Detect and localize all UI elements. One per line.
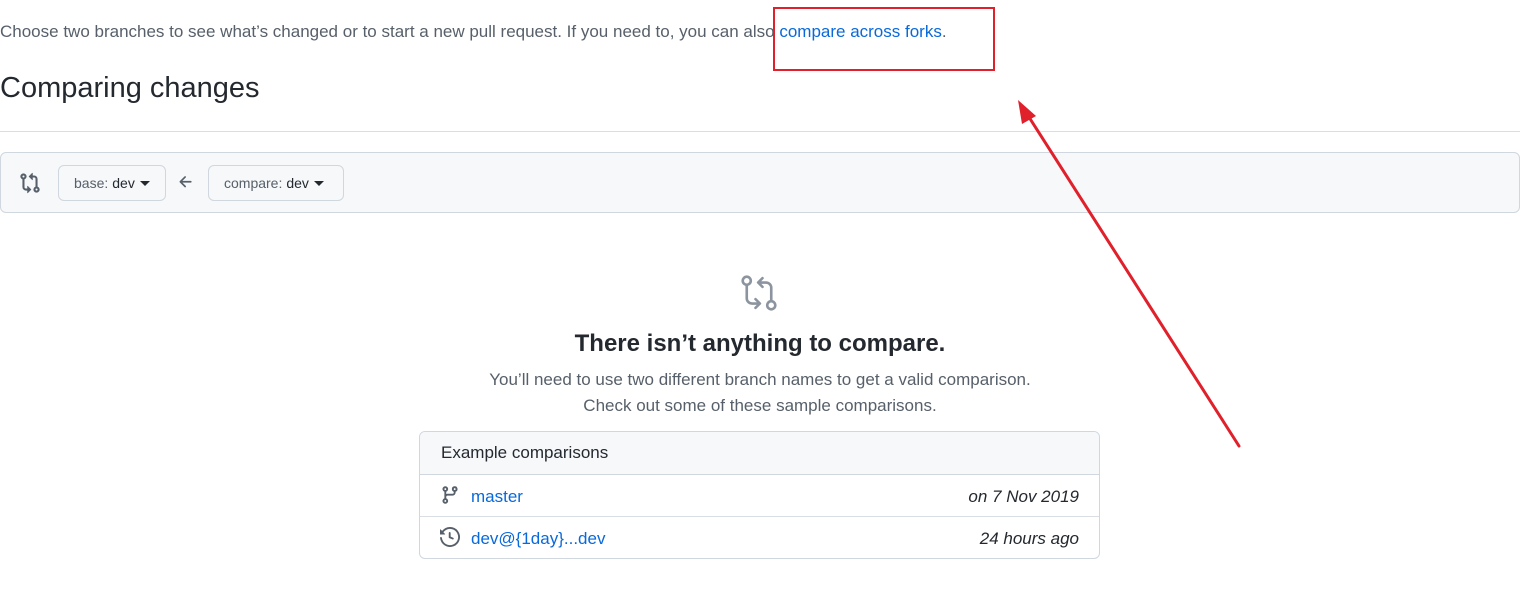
annotation-highlight-box [773, 7, 995, 71]
compare-branch-select[interactable]: compare: dev [208, 165, 344, 201]
example-link-dev-1day[interactable]: dev@{1day}...dev [471, 529, 605, 549]
chevron-down-icon [139, 180, 150, 186]
base-branch-label: base: [74, 175, 109, 191]
git-compare-icon [741, 275, 777, 311]
example-time: 24 hours ago [979, 529, 1079, 548]
arrow-left-icon [179, 176, 192, 188]
blankslate-title: There isn’t anything to compare. [574, 330, 946, 357]
title-divider [0, 131, 1520, 132]
example-link-master[interactable]: master [471, 487, 523, 507]
blankslate-description-secondary: Check out some of these sample compariso… [583, 396, 937, 415]
base-branch-value: dev [112, 175, 135, 191]
history-icon [440, 527, 460, 547]
list-item: master on 7 Nov 2019 [420, 475, 1099, 517]
chevron-down-icon [313, 180, 324, 186]
compare-branch-value: dev [286, 175, 309, 191]
base-branch-select[interactable]: base: dev [58, 165, 166, 201]
range-editor: base: dev compare: dev [0, 152, 1520, 213]
compare-branch-label: compare: [224, 175, 283, 191]
git-branch-icon [442, 486, 458, 504]
intro-sentence: Choose two branches to see what’s change… [0, 22, 780, 41]
blankslate-description: You’ll need to use two different branch … [489, 370, 1031, 389]
list-item: dev@{1day}...dev 24 hours ago [420, 517, 1099, 558]
example-comparisons-box: Example comparisons master on 7 Nov 2019… [419, 431, 1100, 559]
example-comparisons-header: Example comparisons [420, 432, 1099, 475]
page-title: Comparing changes [0, 72, 260, 104]
git-compare-icon [20, 172, 40, 194]
example-time: on 7 Nov 2019 [968, 487, 1079, 506]
